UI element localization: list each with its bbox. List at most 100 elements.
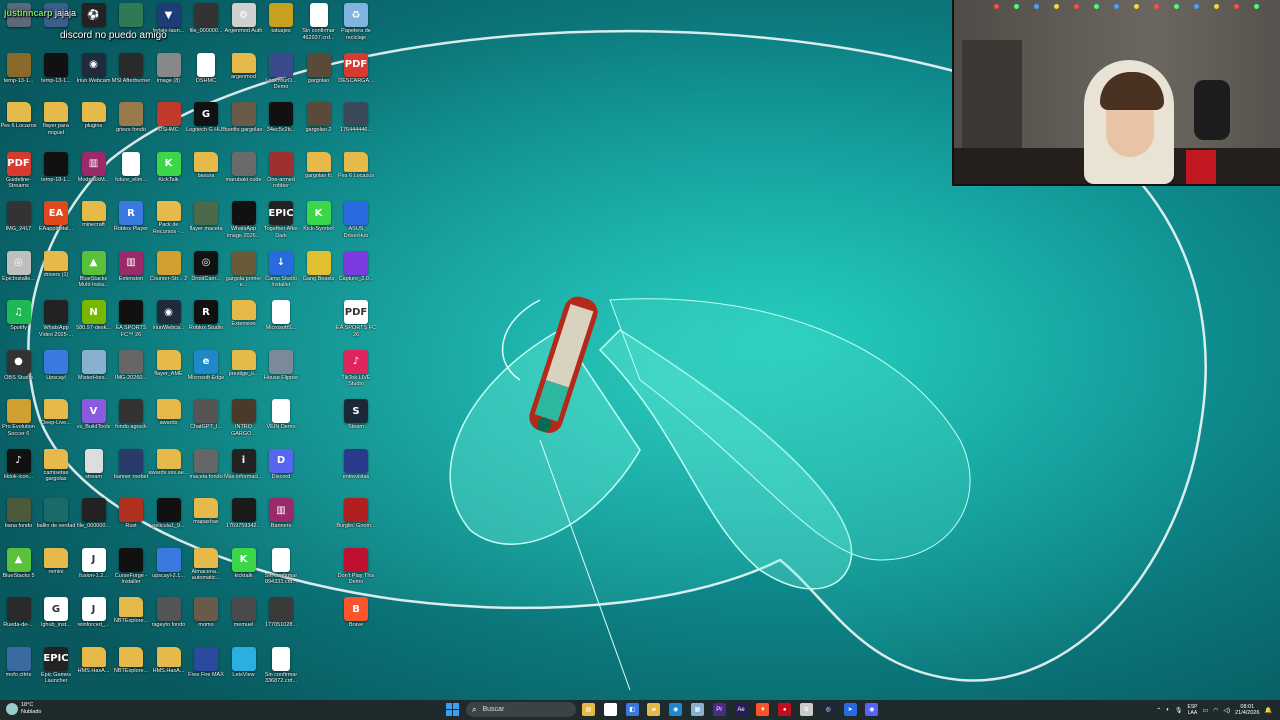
desktop-icon[interactable]: HMS.HaxA... bbox=[150, 646, 187, 696]
desktop-icon[interactable]: B Brave bbox=[338, 597, 375, 646]
desktop-icon[interactable]: file_000000... bbox=[75, 498, 112, 547]
desktop-icon[interactable]: Burglin' Gnom... bbox=[336, 498, 376, 547]
desktop-icon[interactable]: Pes 6 Locazos bbox=[0, 102, 37, 151]
desktop-icon[interactable]: Kkicktalk bbox=[225, 547, 262, 597]
network-icon[interactable]: ◐ bbox=[1166, 707, 1170, 713]
desktop-icon[interactable]: gargolao bbox=[300, 52, 337, 102]
desktop-icon[interactable]: Pro Evolution Soccer 6 bbox=[0, 399, 37, 448]
desktop-icon[interactable]: 34ec5c2b... bbox=[263, 102, 300, 151]
desktop-icon[interactable]: ▥ Extension bbox=[113, 250, 150, 300]
start-button[interactable] bbox=[446, 703, 459, 716]
desktop-icon[interactable]: DSHMC bbox=[188, 52, 225, 102]
desktop-icon[interactable]: Sin confirmar 336872.crd... bbox=[263, 646, 300, 696]
desktop-icon[interactable]: mapashax bbox=[188, 498, 225, 547]
desktop-icon[interactable]: marubaki code bbox=[225, 151, 262, 201]
desktop-icon[interactable]: awards sss.ae... bbox=[149, 448, 188, 498]
desktop-icon[interactable]: flayer para miguel bbox=[38, 102, 75, 151]
desktop-icon[interactable]: ⚽ bbox=[75, 3, 112, 52]
brave-icon[interactable]: ▼ bbox=[756, 703, 770, 716]
folder-icon[interactable]: ▰ bbox=[647, 703, 661, 716]
desktop-icon[interactable]: rageyto fondo bbox=[150, 597, 187, 646]
desktop-icon[interactable]: Jfusion-1.2... bbox=[75, 547, 112, 597]
desktop-icon[interactable]: ▥ Banners bbox=[263, 498, 300, 547]
wifi-icon[interactable]: ◠ bbox=[1213, 707, 1218, 714]
arrow-icon[interactable]: ➤ bbox=[843, 703, 857, 716]
desktop-icon[interactable]: camisetas gargolas bbox=[38, 448, 75, 498]
desktop-icon[interactable]: ◎ EpicInstalle... bbox=[0, 250, 37, 300]
desktop-icon[interactable]: ASUS DriverHub bbox=[338, 201, 375, 250]
desktop-icon[interactable]: NBTExplore... bbox=[113, 646, 150, 696]
desktop-icon[interactable]: upscayl-2.1... bbox=[150, 547, 187, 597]
desktop-icon[interactable]: Sin confirmar 894333.crd... bbox=[263, 547, 300, 597]
desktop-icon[interactable]: INTRO GARGO... bbox=[225, 399, 262, 448]
volume-icon[interactable]: ◁) bbox=[1223, 707, 1230, 714]
desktop-icon[interactable]: EPIC Epic Games Launcher bbox=[38, 646, 75, 696]
desktop-icon[interactable]: mofo cttrts bbox=[0, 646, 37, 696]
steam-icon[interactable]: ◎ bbox=[821, 703, 835, 716]
desktop-icon[interactable]: Pack de Recursos -... bbox=[150, 201, 187, 250]
desktop-icon[interactable]: Almacena... automatic... bbox=[188, 547, 225, 597]
recording-icon[interactable]: ● bbox=[778, 703, 792, 716]
desktop-icon[interactable]: ▲ BlueStacks 5 bbox=[0, 547, 37, 597]
desktop-icon[interactable]: MicrosoftS... bbox=[263, 300, 300, 349]
premiere-icon[interactable]: Pr bbox=[712, 703, 726, 716]
desktop-icon[interactable]: Deep-Live... bbox=[38, 399, 75, 448]
desktop-icon[interactable]: ▥ ModpackM... bbox=[75, 151, 112, 201]
desktop-icon[interactable]: N 580.97-desk... bbox=[75, 300, 112, 349]
desktop-icon[interactable]: PDF EA SPORTS FC 26 bbox=[336, 300, 376, 349]
desktop-icon[interactable]: PDF Guideline-Streams bbox=[0, 151, 37, 201]
language-indicator[interactable]: ESP LAA bbox=[1187, 704, 1197, 717]
desktop-icon[interactable]: Don't Play This Demo bbox=[338, 547, 375, 597]
desktop-icon[interactable]: banner roobet bbox=[113, 448, 150, 498]
desktop-icon[interactable]: ♫ Spotify bbox=[0, 300, 37, 349]
desktop-icon[interactable]: 177051028... bbox=[263, 597, 300, 646]
desktop-icon[interactable]: Upscayl bbox=[38, 349, 75, 399]
desktop-icon[interactable]: House Flipper bbox=[263, 349, 300, 399]
desktop-icon[interactable]: momo bbox=[188, 597, 225, 646]
desktop-icon[interactable]: NBTExplore... bbox=[113, 597, 150, 646]
desktop-icon[interactable]: Free Fire MAX bbox=[188, 646, 225, 696]
desktop-icon[interactable]: Pes 6 Locazos bbox=[338, 151, 375, 201]
desktop-icon[interactable]: banfio gargolao bbox=[225, 102, 262, 151]
desktop-icon[interactable]: R Roblox Studio bbox=[188, 300, 225, 349]
desktop-icon[interactable]: EA SPORTS FC™ 26 bbox=[113, 300, 150, 349]
desktop-icon[interactable]: basura bbox=[188, 151, 225, 201]
desktop-icon[interactable]: flayer_AME bbox=[150, 349, 187, 399]
desktop-icon[interactable]: ◎ DroidCam... bbox=[188, 250, 225, 300]
desktop-icon[interactable]: gargolao 2 bbox=[300, 102, 337, 151]
desktop-icon[interactable]: drivers (1) bbox=[38, 250, 75, 300]
desktop-icon[interactable]: pelicula1_9... bbox=[150, 498, 187, 547]
desktop-icon[interactable]: IMG_2417 bbox=[0, 201, 37, 250]
desktop-icon[interactable]: 176444446... bbox=[338, 102, 375, 151]
desktop-icon[interactable]: stream bbox=[75, 448, 112, 498]
desktop-icon[interactable]: IMG-20260... bbox=[113, 349, 150, 399]
desktop-icon[interactable]: Counter-Str... 2 bbox=[150, 250, 187, 300]
desktop-icon[interactable]: ◉ Iriun Webcam bbox=[75, 52, 112, 102]
desktop-icon[interactable]: gargolao fc bbox=[300, 151, 337, 201]
desktop-icon[interactable]: PDF DESCARGA... bbox=[338, 52, 375, 102]
desktop-icon[interactable]: ⚙ Argenmod Auth bbox=[225, 3, 262, 52]
desktop-icon[interactable]: WhatsApp Video 2025-... bbox=[38, 300, 75, 349]
notification-bell-icon[interactable]: 🔔 bbox=[1265, 707, 1272, 714]
desktop-icon[interactable]: LetsView bbox=[225, 646, 262, 696]
desktop-icon[interactable]: Capture_2.0... bbox=[338, 250, 375, 300]
desktop-icon[interactable]: ♻ Papelera de reciclaje bbox=[338, 3, 375, 52]
edge-icon[interactable]: ◉ bbox=[669, 703, 683, 716]
desktop-icon[interactable]: EA EAappInstal... bbox=[38, 201, 75, 250]
desktop-icon[interactable]: VEIN Demo bbox=[263, 399, 300, 448]
desktop-icon[interactable]: WhatsApp Image 2026... bbox=[225, 201, 262, 250]
desktop-icon[interactable]: HMS.HaxA... bbox=[75, 646, 112, 696]
desktop-icon[interactable]: ◉ IriunWebca... bbox=[150, 300, 187, 349]
desktop-icon[interactable]: tatuajes bbox=[263, 3, 300, 52]
weather-widget[interactable]: 18°C Nublado bbox=[6, 702, 42, 715]
desktop-icon[interactable]: griezs fondo bbox=[113, 102, 150, 151]
desktop-icon[interactable]: G Logitech G HUB bbox=[186, 102, 226, 151]
desktop-icon[interactable]: fondo agruck bbox=[113, 399, 150, 448]
desktop-icon[interactable]: entrevistas bbox=[338, 448, 375, 498]
aftereffects-icon[interactable]: Ae bbox=[734, 703, 748, 716]
desktop-icon[interactable]: flayer maceta bbox=[188, 201, 225, 250]
desktop-icon[interactable]: minecraft bbox=[75, 201, 112, 250]
desktop-icon[interactable]: maceta fondo bbox=[188, 448, 225, 498]
desktop-icon[interactable]: Rueda-de-... bbox=[0, 597, 37, 646]
desktop-icon[interactable]: argenmod bbox=[225, 52, 262, 102]
